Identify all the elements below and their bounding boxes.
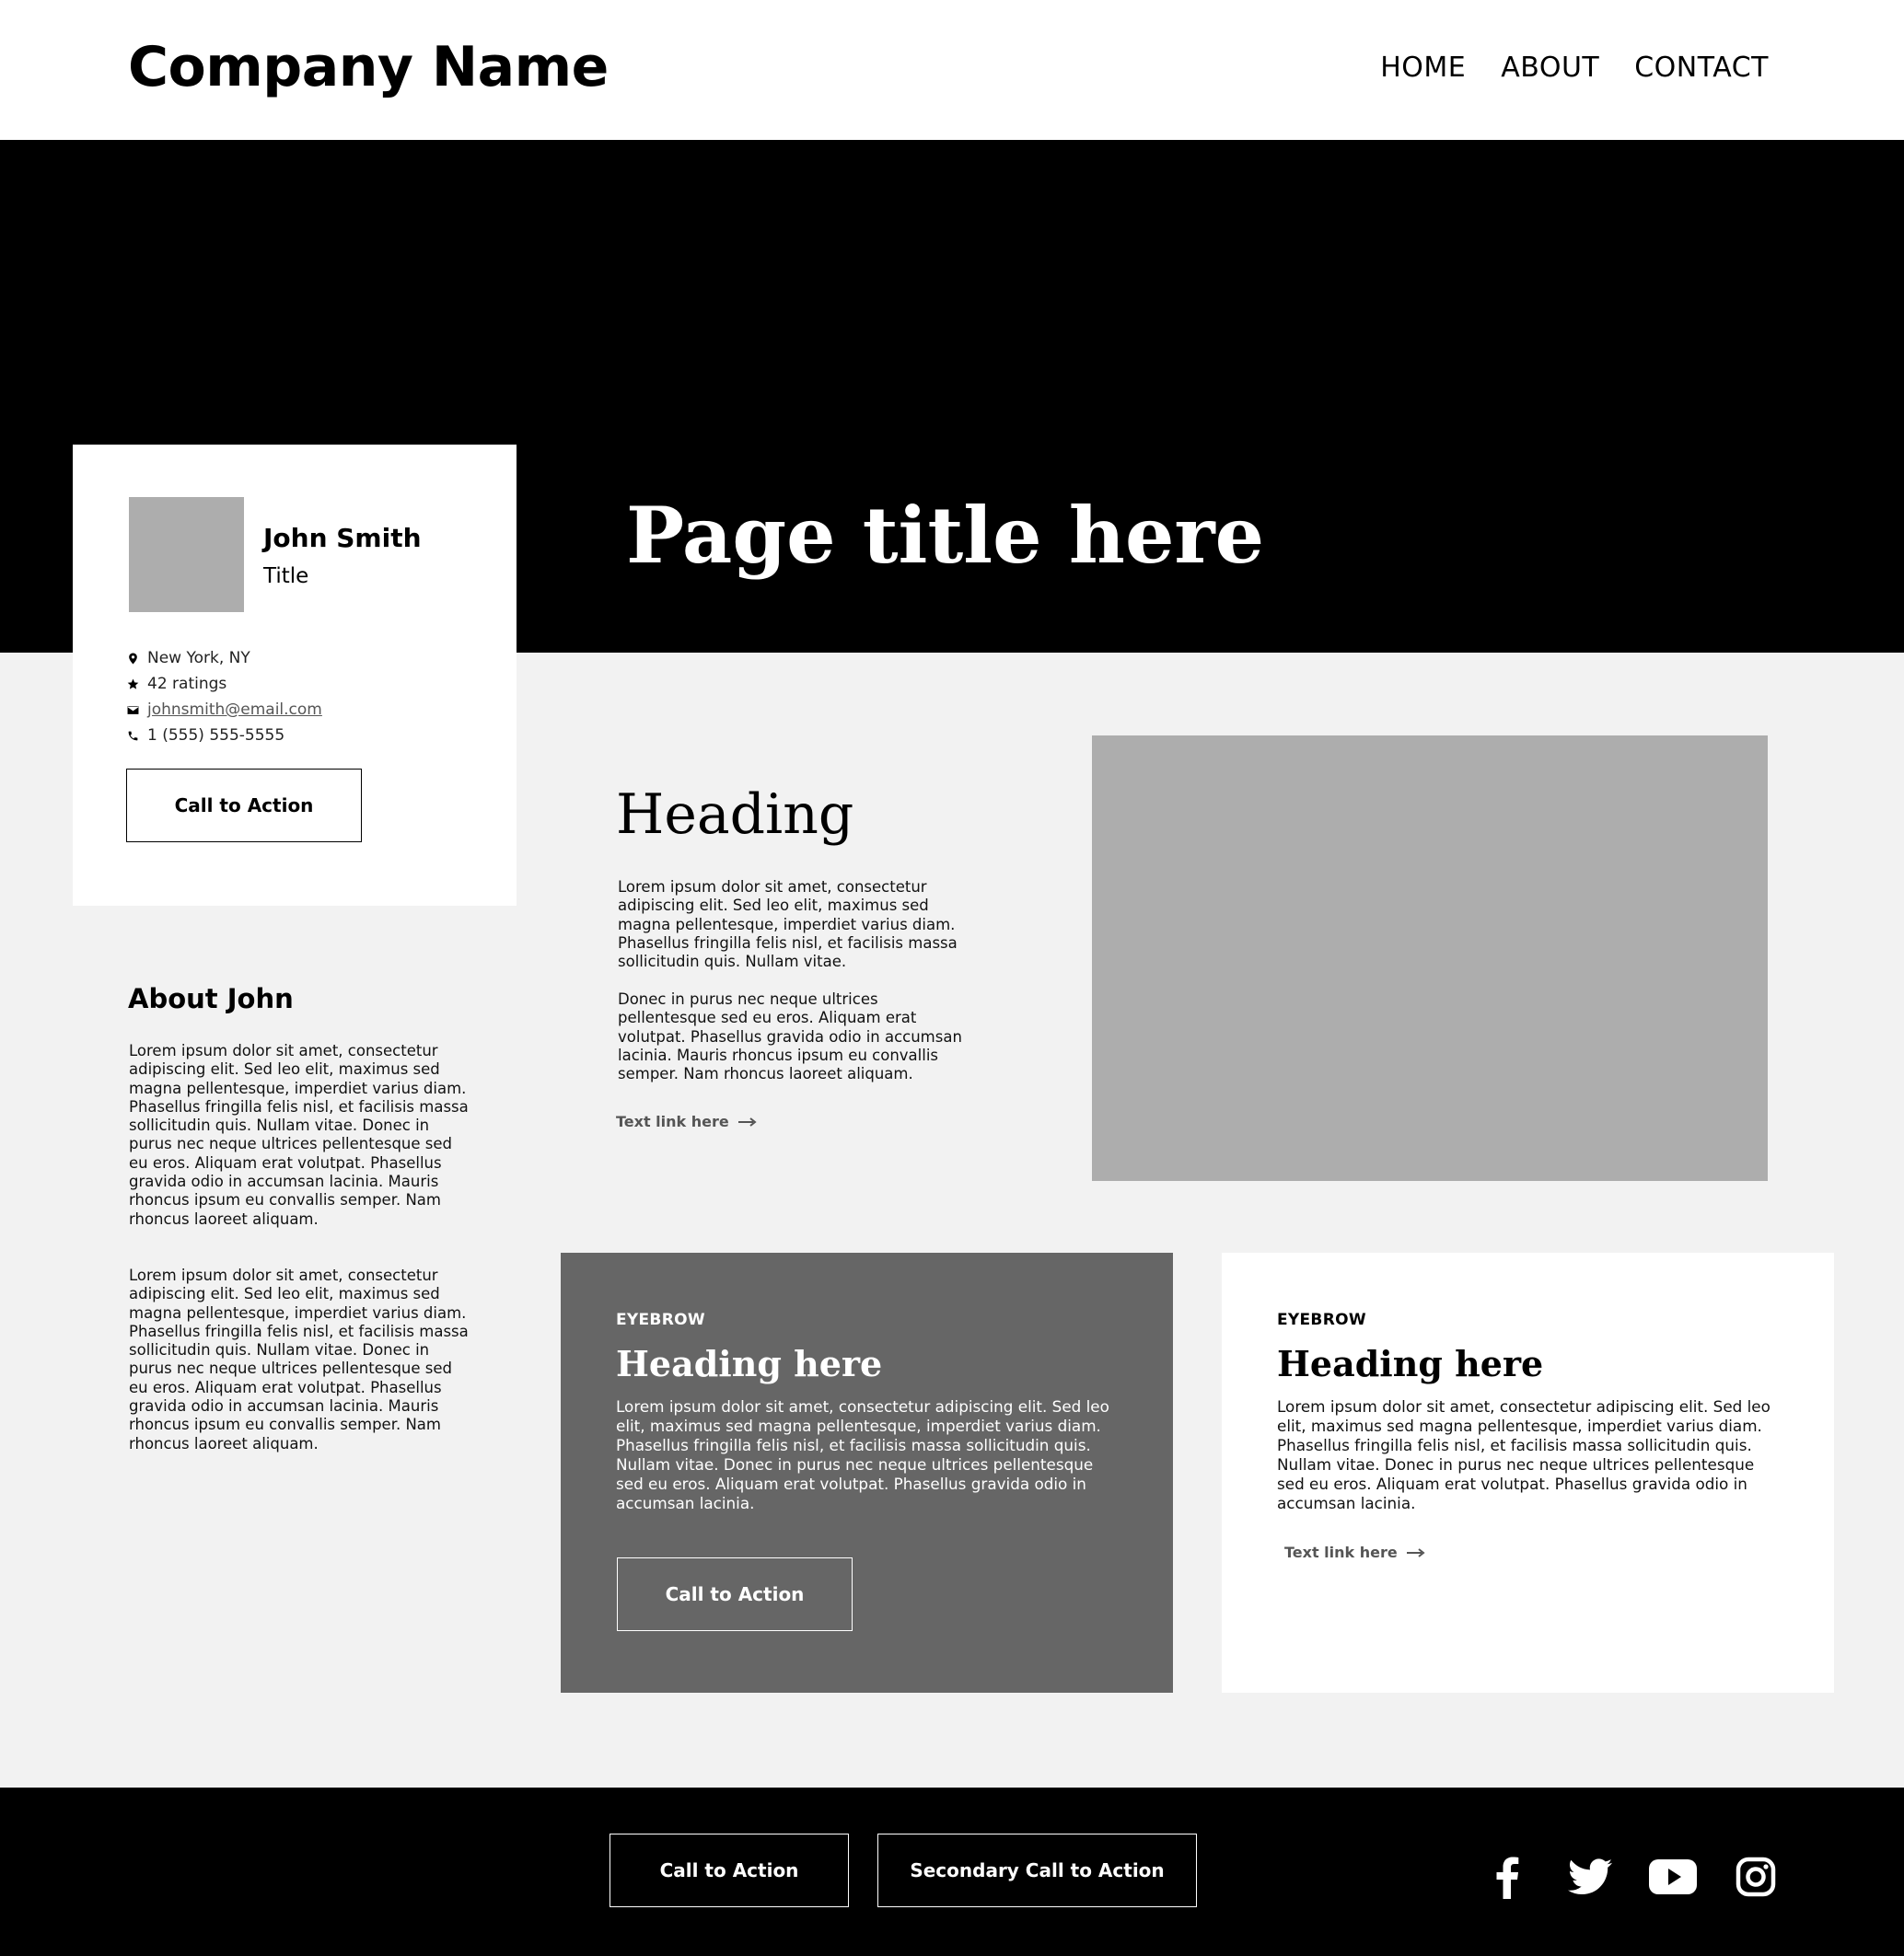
site-header: Company Name HOME ABOUT CONTACT xyxy=(0,0,1904,140)
profile-email: johnsmith@email.com xyxy=(127,697,322,723)
facebook-icon[interactable] xyxy=(1482,1852,1532,1902)
footer-secondary-cta-button[interactable]: Secondary Call to Action xyxy=(877,1834,1197,1907)
card-eyebrow: EYEBROW xyxy=(1277,1311,1366,1329)
ratings-text: 42 ratings xyxy=(147,675,227,693)
card-text-link-label: Text link here xyxy=(1284,1544,1398,1561)
arrow-right-icon xyxy=(737,1117,757,1127)
feature-card-dark: EYEBROW Heading here Lorem ipsum dolor s… xyxy=(561,1253,1173,1693)
profile-location: New York, NY xyxy=(127,645,322,671)
profile-cta-button[interactable]: Call to Action xyxy=(126,769,362,842)
profile-ratings: 42 ratings xyxy=(127,671,322,697)
nav-about[interactable]: ABOUT xyxy=(1501,52,1599,84)
youtube-icon[interactable] xyxy=(1648,1852,1698,1902)
section-text-link[interactable]: Text link here xyxy=(616,1113,757,1130)
about-heading: About John xyxy=(128,983,294,1014)
card-text-link[interactable]: Text link here xyxy=(1284,1544,1425,1561)
site-footer: Call to Action Secondary Call to Action xyxy=(0,1788,1904,1956)
arrow-right-icon xyxy=(1406,1547,1425,1557)
about-paragraph-2: Lorem ipsum dolor sit amet, consectetur … xyxy=(129,1267,469,1453)
card-eyebrow: EYEBROW xyxy=(616,1311,705,1329)
card-body: Lorem ipsum dolor sit amet, consectetur … xyxy=(616,1397,1109,1512)
email-link[interactable]: johnsmith@email.com xyxy=(147,700,322,719)
company-logo[interactable]: Company Name xyxy=(128,35,609,99)
card-cta-button[interactable]: Call to Action xyxy=(617,1557,853,1631)
card-body: Lorem ipsum dolor sit amet, consectetur … xyxy=(1277,1397,1770,1512)
phone-text: 1 (555) 555-5555 xyxy=(147,726,285,745)
section-paragraph-2: Donec in purus nec neque ultrices pellen… xyxy=(618,990,962,1083)
profile-info-list: New York, NY 42 ratings johnsmith@email.… xyxy=(127,645,322,748)
envelope-icon xyxy=(127,704,147,716)
instagram-icon[interactable] xyxy=(1731,1852,1781,1902)
image-placeholder xyxy=(1092,735,1768,1181)
footer-cta-button[interactable]: Call to Action xyxy=(610,1834,849,1907)
card-heading: Heading here xyxy=(1277,1343,1544,1384)
section-text-link-label: Text link here xyxy=(616,1113,729,1130)
phone-icon xyxy=(127,730,147,742)
location-text: New York, NY xyxy=(147,649,250,667)
profile-phone: 1 (555) 555-5555 xyxy=(127,723,322,748)
about-paragraph-1: Lorem ipsum dolor sit amet, consectetur … xyxy=(129,1042,469,1228)
nav-contact[interactable]: CONTACT xyxy=(1634,52,1769,84)
profile-title: Title xyxy=(263,564,309,588)
star-icon xyxy=(127,678,147,690)
location-pin-icon xyxy=(127,653,147,665)
avatar xyxy=(129,497,244,612)
feature-card-light: EYEBROW Heading here Lorem ipsum dolor s… xyxy=(1222,1253,1834,1693)
profile-name: John Smith xyxy=(263,523,422,553)
social-links xyxy=(1482,1852,1781,1902)
section-heading: Heading xyxy=(616,782,854,847)
page-title: Page title here xyxy=(626,490,1265,581)
nav-home[interactable]: HOME xyxy=(1380,52,1466,84)
main-nav: HOME ABOUT CONTACT xyxy=(1380,52,1769,84)
twitter-icon[interactable] xyxy=(1565,1852,1615,1902)
section-paragraph-1: Lorem ipsum dolor sit amet, consectetur … xyxy=(618,878,958,971)
profile-card: John Smith Title New York, NY 42 ratings… xyxy=(73,445,517,906)
card-heading: Heading here xyxy=(616,1343,883,1384)
